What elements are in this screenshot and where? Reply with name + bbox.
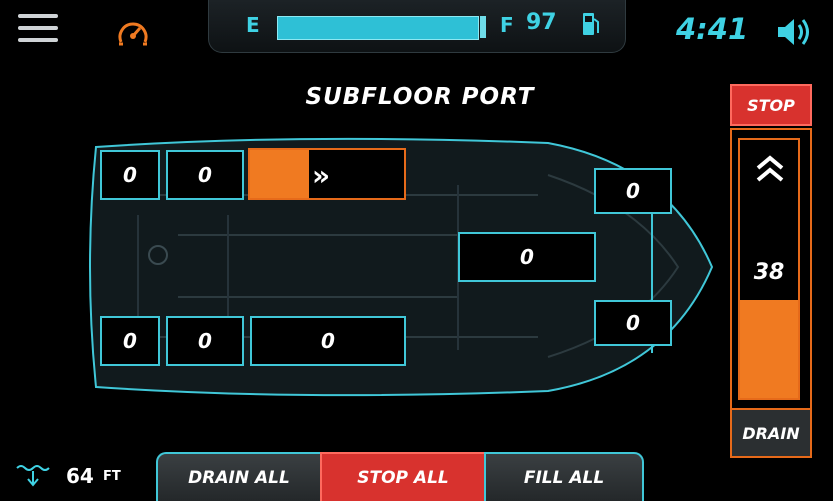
- page-title: SUBFLOOR PORT: [305, 84, 535, 110]
- fast-forward-icon: »: [312, 159, 331, 192]
- drain-button[interactable]: DRAIN: [730, 408, 812, 458]
- depth-icon: [15, 462, 51, 488]
- ballast-top-right-filling[interactable]: »: [248, 148, 406, 200]
- fuel-full-label: F: [500, 13, 514, 37]
- ballast-right-lower[interactable]: 0: [594, 300, 672, 346]
- ballast-level-fill: [740, 299, 798, 398]
- ballast-top-left[interactable]: 0: [100, 150, 160, 200]
- depth-unit: FT: [103, 469, 121, 484]
- gauge-icon[interactable]: [115, 18, 151, 48]
- ballast-bottom-right[interactable]: 0: [250, 316, 406, 366]
- menu-icon[interactable]: [18, 14, 58, 46]
- fuel-level-value: 97: [526, 10, 557, 35]
- fuel-gauge-bar: [277, 16, 486, 40]
- chevron-up-icon: [754, 154, 786, 192]
- fuel-panel: E F 97: [208, 0, 626, 53]
- speaker-icon[interactable]: [775, 15, 815, 49]
- fuel-empty-label: E: [246, 13, 260, 37]
- fill-level-bar: [250, 150, 309, 198]
- ballast-level-meter[interactable]: 38: [738, 138, 800, 400]
- stop-all-button[interactable]: STOP ALL: [320, 452, 486, 501]
- stop-button[interactable]: STOP: [730, 84, 812, 126]
- fill-all-button[interactable]: FILL ALL: [484, 452, 644, 501]
- fuel-pump-icon: [581, 11, 601, 37]
- ballast-right-upper[interactable]: 0: [594, 168, 672, 214]
- ballast-bottom-mid[interactable]: 0: [166, 316, 244, 366]
- ballast-top-mid[interactable]: 0: [166, 150, 244, 200]
- ballast-level-value: 38: [753, 260, 785, 285]
- depth-value: 64: [66, 464, 94, 488]
- drain-all-button[interactable]: DRAIN ALL: [156, 452, 322, 501]
- ballast-center[interactable]: 0: [458, 232, 596, 282]
- ballast-bottom-left[interactable]: 0: [100, 316, 160, 366]
- clock: 4:41: [676, 12, 749, 46]
